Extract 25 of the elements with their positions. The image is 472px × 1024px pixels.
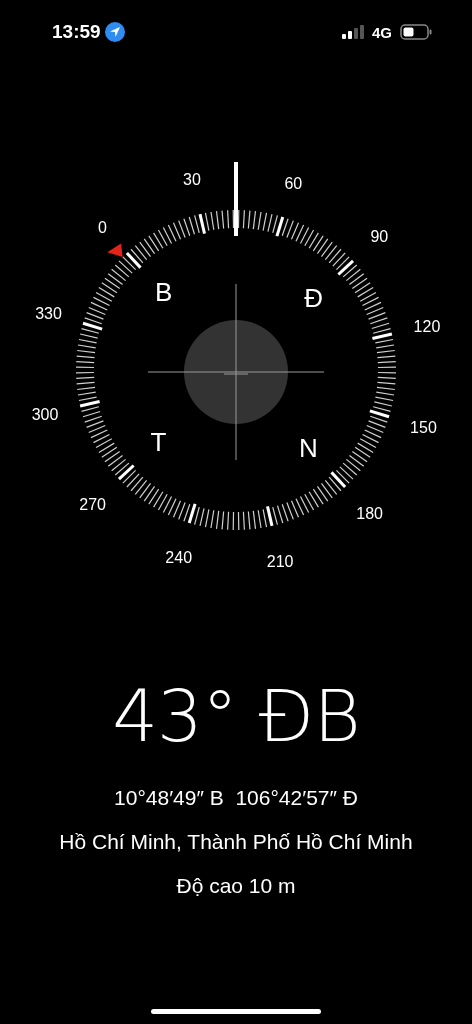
degree-label: 210 [266,553,294,570]
network-label: 4G [372,23,392,41]
signal-icon [342,25,364,39]
coordinates-text: 10°48′49″ B 106°42′57″ Đ [114,786,358,810]
cardinal-label: Đ [304,282,323,313]
degree-label: 330 [35,304,62,322]
cardinal-label: T [150,427,167,458]
cardinal-label: B [155,277,173,308]
battery-icon [400,24,432,40]
cardinal-label: N [298,432,318,463]
degree-label: 30 [183,171,201,188]
location-text: Hồ Chí Minh, Thành Phố Hồ Chí Minh [59,830,413,854]
degree-label: 270 [79,495,106,513]
clock-time: 13:59 [52,21,101,43]
degree-label: 240 [165,549,193,567]
heading-reading: 43° ĐB [112,680,360,752]
degree-label: 300 [31,406,59,424]
north-pointer-icon [107,243,123,258]
degree-label: 150 [410,419,437,437]
degree-label: 60 [284,174,303,192]
degree-label: 0 [97,218,107,236]
altitude-text: Độ cao 10 m [176,874,296,898]
degree-label: 120 [413,317,441,335]
degree-label: 90 [370,228,389,246]
degree-label: 180 [356,505,383,523]
